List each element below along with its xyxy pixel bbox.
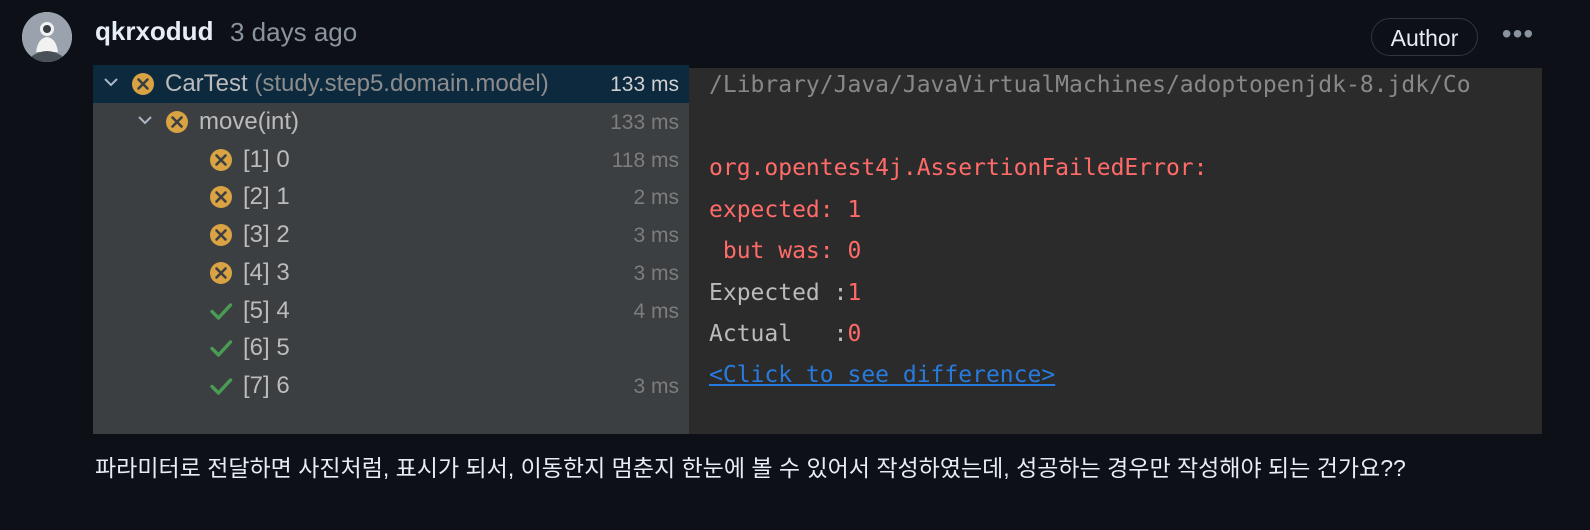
- test-tree-row[interactable]: [7] 6 3 ms: [93, 367, 689, 405]
- test-tree-row[interactable]: [6] 5: [93, 329, 689, 367]
- test-tree-label: move(int): [199, 108, 299, 136]
- test-passed-icon: [209, 299, 233, 323]
- test-tree-row[interactable]: [4] 3 3 ms: [93, 254, 689, 292]
- console-expected-row: Expected :1: [709, 280, 861, 306]
- test-name: move(int): [199, 108, 300, 135]
- comment: qkrxodud 3 days ago Author ••• CarTest (…: [0, 0, 1590, 530]
- console-actual-row: Actual :0: [709, 321, 861, 347]
- test-duration: 3 ms: [633, 224, 679, 247]
- test-tree-label: [7] 6: [243, 372, 290, 400]
- test-failed-icon: [209, 223, 233, 247]
- test-name: [5] 4: [243, 297, 290, 324]
- console-path: /Library/Java/JavaVirtualMachines/adopto…: [709, 72, 1471, 98]
- test-tree-row[interactable]: CarTest (study.step5.domain.model) 133 ms: [93, 65, 689, 103]
- test-tree-label: [3] 2: [243, 221, 290, 249]
- test-tree-row[interactable]: [1] 0 118 ms: [93, 141, 689, 179]
- test-tree-label: [2] 1: [243, 183, 290, 211]
- test-failed-icon: [209, 148, 233, 172]
- console-error-class: org.opentest4j.AssertionFailedError:: [709, 155, 1208, 181]
- console-expected-value: 1: [847, 280, 862, 306]
- test-name: [2] 1: [243, 183, 290, 210]
- console-output: /Library/Java/JavaVirtualMachines/adopto…: [689, 68, 1542, 434]
- test-runner-screenshot: CarTest (study.step5.domain.model) 133 ms…: [93, 65, 1542, 434]
- test-duration: 4 ms: [633, 300, 679, 323]
- test-tree-row[interactable]: move(int) 133 ms: [93, 103, 689, 141]
- avatar[interactable]: [22, 12, 72, 62]
- username[interactable]: qkrxodud: [95, 16, 213, 47]
- test-passed-icon: [209, 336, 233, 360]
- chevron-down-icon[interactable]: [103, 74, 119, 90]
- test-name: CarTest: [165, 70, 248, 97]
- chevron-down-icon[interactable]: [137, 112, 153, 128]
- console-actual-value: 0: [847, 321, 862, 347]
- test-tree: CarTest (study.step5.domain.model) 133 ms…: [93, 65, 689, 434]
- test-tree-label: [6] 5: [243, 334, 290, 362]
- test-duration: 3 ms: [633, 375, 679, 398]
- console-diff-link[interactable]: <Click to see difference>: [709, 362, 1055, 388]
- console-actual-label: Actual :: [709, 321, 848, 347]
- kebab-horizontal-icon[interactable]: •••: [1500, 20, 1536, 52]
- test-tree-label: CarTest (study.step5.domain.model): [165, 70, 549, 98]
- comment-timestamp[interactable]: 3 days ago: [230, 17, 357, 48]
- test-name: [3] 2: [243, 221, 290, 248]
- test-duration: 3 ms: [633, 262, 679, 285]
- test-name: [4] 3: [243, 259, 290, 286]
- test-failed-icon: [165, 110, 189, 134]
- test-tree-row[interactable]: [3] 2 3 ms: [93, 216, 689, 254]
- test-name: [1] 0: [243, 146, 290, 173]
- test-tree-row[interactable]: [5] 4 4 ms: [93, 292, 689, 330]
- test-package: (study.step5.domain.model): [247, 70, 549, 97]
- console-but-was-line: but was: 0: [709, 238, 862, 264]
- author-badge: Author: [1371, 18, 1478, 56]
- test-tree-label: [4] 3: [243, 259, 290, 287]
- test-failed-icon: [209, 185, 233, 209]
- test-failed-icon: [209, 261, 233, 285]
- comment-body: 파라미터로 전달하면 사진처럼, 표시가 되서, 이동한지 멈춘지 한눈에 볼 …: [95, 455, 1406, 481]
- test-tree-label: [1] 0: [243, 146, 290, 174]
- test-failed-icon: [131, 72, 155, 96]
- test-name: [7] 6: [243, 372, 290, 399]
- test-duration: 133 ms: [610, 111, 679, 134]
- test-tree-label: [5] 4: [243, 297, 290, 325]
- test-duration: 133 ms: [610, 73, 679, 96]
- console-expected-label: Expected :: [709, 280, 848, 306]
- console-expected-line: expected: 1: [709, 197, 862, 223]
- test-passed-icon: [209, 374, 233, 398]
- test-tree-row[interactable]: [2] 1 2 ms: [93, 178, 689, 216]
- test-duration: 118 ms: [611, 149, 679, 172]
- test-duration: 2 ms: [633, 186, 679, 209]
- test-name: [6] 5: [243, 334, 290, 361]
